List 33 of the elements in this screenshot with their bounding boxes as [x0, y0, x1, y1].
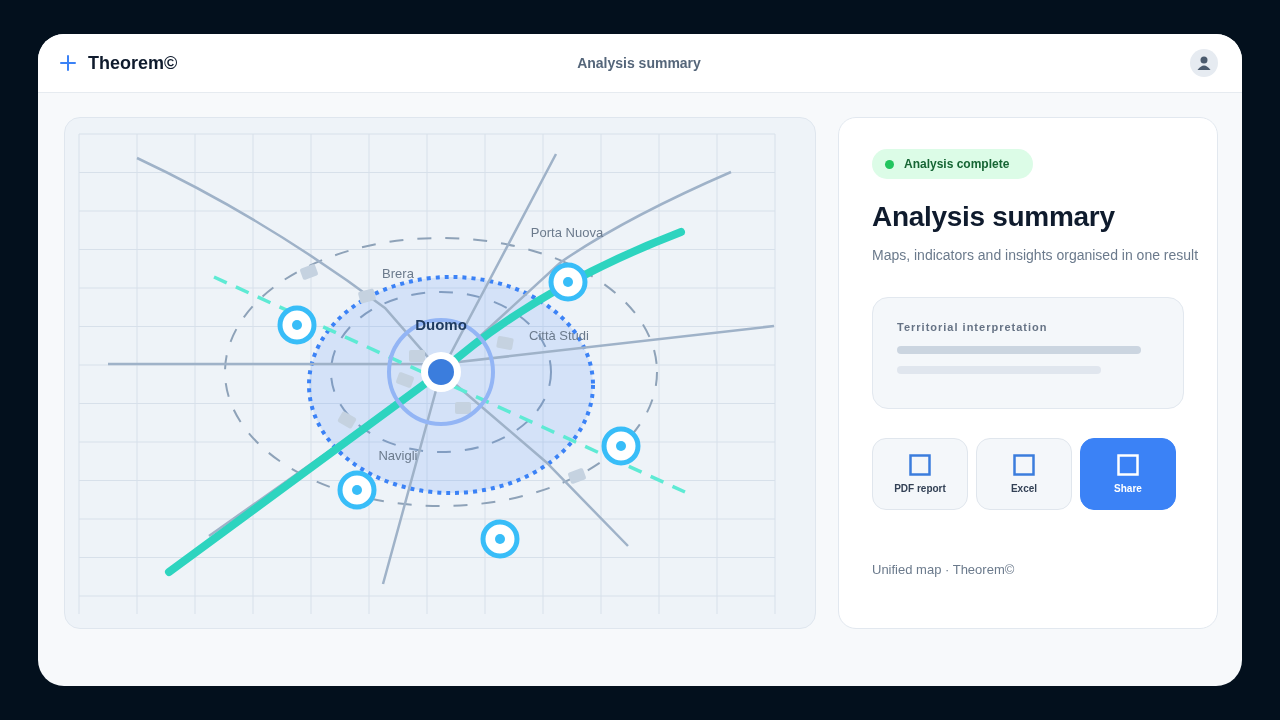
square-icon	[1117, 454, 1139, 476]
building-block	[455, 402, 471, 414]
location-pin-icon[interactable]	[337, 470, 377, 510]
building-block	[567, 467, 587, 485]
summary-subtitle: Maps, indicators and insights organised in one result	[872, 247, 1199, 263]
avatar-icon[interactable]	[1190, 49, 1218, 77]
building-block	[409, 350, 425, 362]
page-title: Analysis summary	[576, 55, 702, 71]
summary-title: Analysis summary	[872, 201, 1115, 233]
square-icon	[909, 454, 931, 476]
action-button[interactable]: PDF report	[872, 438, 968, 510]
building-block	[357, 288, 377, 304]
center-marker	[421, 352, 461, 392]
location-pin-icon[interactable]	[548, 262, 588, 302]
footer-text: Unified map · Theorem©	[872, 562, 1015, 577]
building-block	[496, 335, 514, 351]
map-label: Duomo	[415, 316, 467, 333]
app-title: Theorem©	[88, 52, 178, 74]
building-block	[299, 263, 319, 281]
action-button[interactable]: Share	[1080, 438, 1176, 510]
square-icon	[1013, 454, 1035, 476]
building-block	[395, 371, 415, 389]
plus-icon[interactable]	[60, 55, 76, 71]
map-label: Navigli	[378, 448, 418, 463]
action-button[interactable]: Excel	[976, 438, 1072, 510]
map-label: Città Studi	[529, 328, 589, 343]
map-label: Porta Nuova	[530, 225, 604, 240]
location-pin-icon[interactable]	[480, 519, 520, 559]
location-pin-icon[interactable]	[277, 305, 317, 345]
interpretation-title: Territorial interpretation	[897, 321, 1049, 333]
location-pin-icon[interactable]	[601, 426, 641, 466]
status-badge: Analysis complete	[872, 149, 1034, 179]
map-label: Brera	[382, 266, 414, 281]
